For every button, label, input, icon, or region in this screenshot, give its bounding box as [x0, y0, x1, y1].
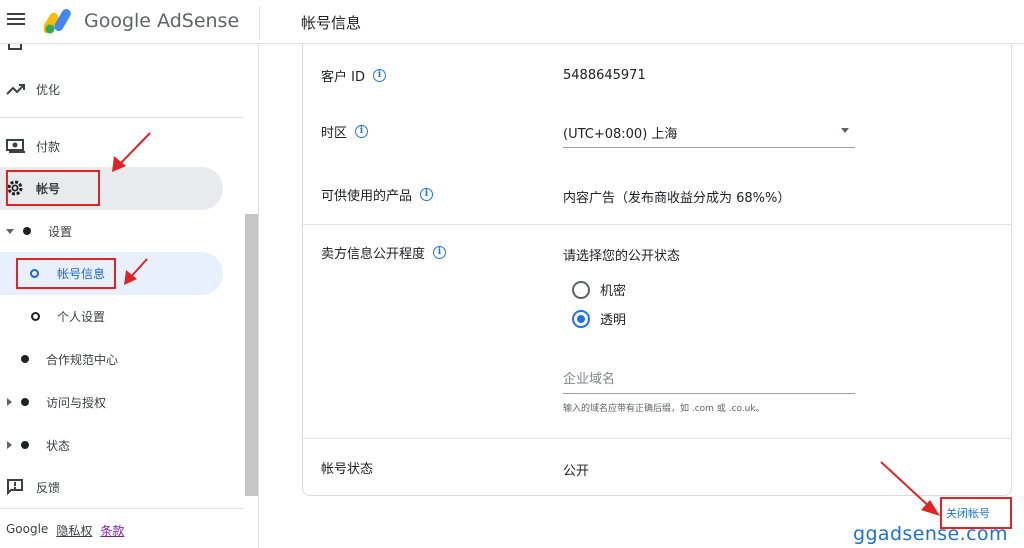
- account-status-label: 帐号状态: [321, 458, 373, 477]
- seller-visibility-label-text: 卖方信息公开程度: [321, 247, 426, 262]
- info-icon[interactable]: i: [420, 188, 434, 201]
- adsense-logo-icon: [44, 9, 71, 34]
- products-label-text: 可供使用的产品: [321, 189, 413, 204]
- card-divider: [303, 224, 1011, 225]
- footer-google: Google: [6, 522, 49, 536]
- sidebar-item-label: 访问与授权: [46, 395, 107, 410]
- sidebar-item-settings[interactable]: 设置: [0, 215, 243, 247]
- timezone-label: 时区 i: [321, 122, 369, 141]
- sidebar-item-status[interactable]: 状态: [0, 429, 243, 461]
- products-label: 可供使用的产品 i: [321, 185, 434, 204]
- annotation-box-account-info: [16, 258, 116, 289]
- bullet-icon: [21, 398, 29, 406]
- menu-icon[interactable]: [6, 10, 26, 30]
- caret-right-icon: [7, 441, 12, 449]
- radio-transparent-label: 透明: [600, 313, 627, 328]
- sidebar-divider: [0, 117, 243, 118]
- top-app-bar: Google AdSense 帐号信息: [0, 0, 1024, 44]
- sidebar-item-access[interactable]: 访问与授权: [0, 386, 243, 418]
- sidebar-item-clipped: [8, 44, 22, 50]
- customer-id-label: 客户 ID i: [321, 66, 386, 85]
- radio-unchecked-icon: [572, 280, 590, 299]
- info-icon[interactable]: i: [433, 246, 447, 259]
- dropdown-arrow-icon: [841, 128, 849, 133]
- feedback-icon: [7, 479, 23, 496]
- sidebar-item-optimize[interactable]: 优化: [0, 73, 243, 105]
- sidebar-scrollbar[interactable]: [245, 214, 258, 496]
- account-info-card: 客户 ID i 5488645971 时区 i (UTC+08:00) 上海 可…: [302, 44, 1012, 496]
- sidebar-divider: [0, 508, 243, 509]
- bullet-icon: [23, 227, 31, 235]
- page-title: 帐号信息: [301, 14, 362, 32]
- sidebar-item-label: 状态: [46, 438, 71, 453]
- account-status-label-text: 帐号状态: [321, 462, 374, 477]
- sidebar-item-label: 设置: [48, 224, 73, 239]
- products-value: 内容广告（发布商收益分成为 68%%）: [563, 191, 791, 206]
- info-icon[interactable]: i: [372, 69, 386, 82]
- radio-confidential-label: 机密: [600, 284, 627, 299]
- footer-privacy-link[interactable]: 隐私权: [56, 522, 92, 539]
- sidebar-nav: 优化 付款 帐号 设置 帐号信息 个人设置 合作规范中心 访问与授权 状态 反馈…: [0, 44, 259, 548]
- business-domain-input[interactable]: [563, 366, 855, 393]
- sidebar-item-label: 个人设置: [57, 309, 106, 324]
- sidebar-item-label: 优化: [36, 82, 61, 97]
- domain-hint: 输入的域名应带有正确后缀，如 .com 或 .co.uk。: [563, 404, 765, 414]
- customer-id-label-text: 客户 ID: [321, 70, 365, 85]
- sidebar-item-personal-settings[interactable]: 个人设置: [0, 300, 243, 332]
- sidebar-item-feedback[interactable]: 反馈: [0, 471, 243, 503]
- trending-up-icon: [6, 84, 25, 95]
- info-icon[interactable]: i: [355, 125, 369, 138]
- sidebar-item-label: 合作规范中心: [46, 352, 119, 367]
- timezone-selected-value: (UTC+08:00) 上海: [563, 127, 678, 142]
- card-divider: [303, 438, 1011, 439]
- bullet-icon: [21, 441, 29, 449]
- top-divider: [259, 6, 260, 40]
- radio-confidential[interactable]: 机密: [572, 280, 626, 299]
- ring-icon: [31, 311, 40, 321]
- sidebar-item-label: 反馈: [36, 480, 61, 495]
- customer-id-value: 5488645971: [563, 68, 646, 83]
- seller-visibility-label: 卖方信息公开程度 i: [321, 243, 447, 262]
- annotation-box-account: [6, 170, 100, 206]
- radio-transparent[interactable]: 透明: [572, 309, 626, 328]
- bullet-icon: [21, 355, 29, 363]
- brand-name: Google AdSense: [84, 10, 240, 32]
- sidebar-item-label: 付款: [36, 139, 61, 154]
- footer-terms-link[interactable]: 条款: [100, 522, 124, 539]
- sidebar-footer: Google 隐私权 条款: [6, 522, 124, 539]
- business-domain-field[interactable]: [563, 366, 855, 394]
- payments-icon: [6, 139, 25, 153]
- caret-right-icon: [7, 398, 12, 406]
- account-status-value: 公开: [563, 464, 590, 479]
- timezone-select[interactable]: (UTC+08:00) 上海: [563, 120, 855, 148]
- radio-checked-icon: [572, 309, 590, 328]
- caret-down-icon: [6, 228, 14, 234]
- sidebar-item-payments[interactable]: 付款: [0, 130, 243, 162]
- watermark: ggadsense.com: [853, 523, 1008, 545]
- sidebar-item-policy-center[interactable]: 合作规范中心: [0, 343, 243, 375]
- timezone-label-text: 时区: [321, 126, 348, 141]
- seller-visibility-prompt: 请选择您的公开状态: [563, 249, 681, 264]
